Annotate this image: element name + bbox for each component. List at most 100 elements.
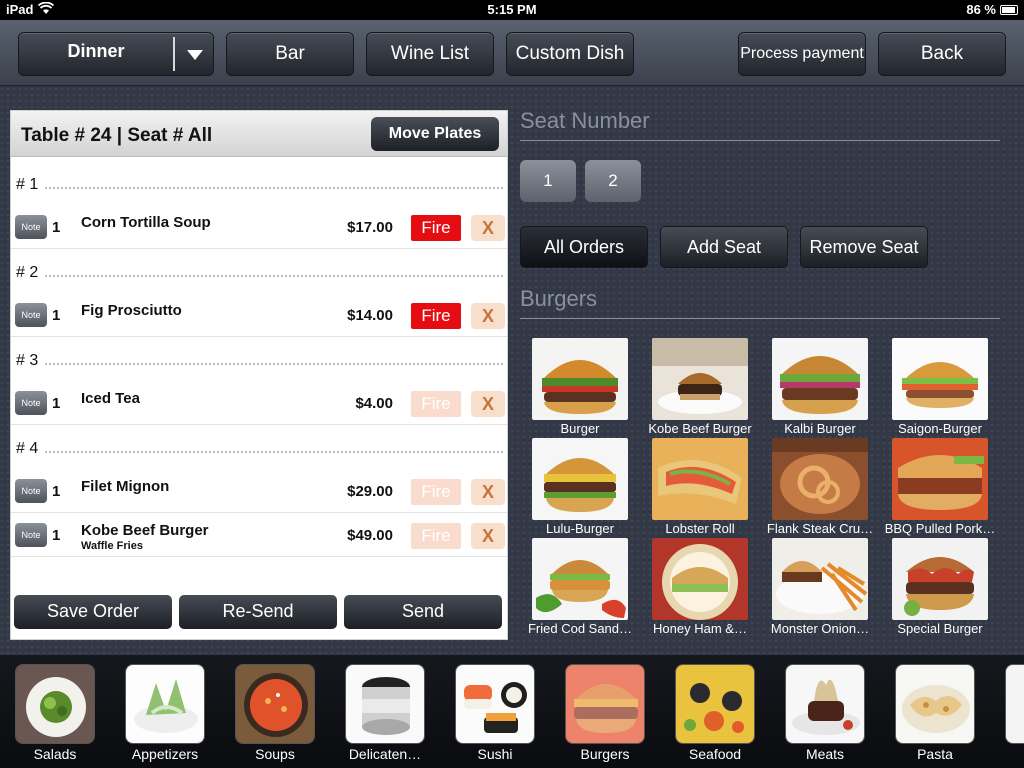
wine-list-button[interactable]: Wine List (366, 32, 494, 76)
category-seafood[interactable]: Seafood (665, 664, 765, 768)
menu-category-heading: Burgers (520, 286, 598, 311)
bbq-pulled-pork-image (892, 438, 988, 520)
item-name: Filet Mignon (81, 478, 170, 495)
category-label: Meats (805, 746, 845, 762)
lulu-burger-image (532, 438, 628, 520)
remove-seat-button[interactable]: Remove Seat (800, 226, 928, 268)
menu-item-label: Flank Steak Cru… (766, 521, 874, 536)
send-button[interactable]: Send (344, 595, 502, 629)
note-button[interactable]: Note (15, 391, 47, 415)
add-seat-button[interactable]: Add Seat (660, 226, 788, 268)
item-name: Kobe Beef Burger (81, 522, 209, 539)
category-label: Salads (33, 746, 77, 762)
fire-button[interactable]: Fire (411, 303, 461, 329)
category-salads[interactable]: Salads (5, 664, 105, 768)
fried-cod-sandwich-image (532, 538, 628, 620)
section-divider (520, 140, 1000, 141)
remove-item-button[interactable]: X (471, 391, 505, 417)
item-price: $49.00 (347, 527, 393, 544)
menu-selector-dropdown[interactable]: Dinner (18, 32, 214, 76)
category-soups[interactable]: Soups (225, 664, 325, 768)
menu-item-tile[interactable]: Lulu-Burger (520, 438, 640, 538)
menu-item-label: Honey Ham &… (653, 621, 747, 636)
item-price: $14.00 (347, 307, 393, 324)
fire-button[interactable]: Fire (411, 391, 461, 417)
process-payment-button[interactable]: Process payment (738, 32, 866, 76)
category-sushi[interactable]: Sushi (445, 664, 545, 768)
honey-ham-image (652, 538, 748, 620)
category-appetizers[interactable]: Appetizers (115, 664, 215, 768)
seat-button-2[interactable]: 2 (585, 160, 641, 202)
category-label: Appetizers (131, 746, 199, 762)
seat-divider: # 3 (11, 337, 507, 381)
kalbi-burger-image (772, 338, 868, 420)
top-toolbar: Dinner Bar Wine List Custom Dish Process… (0, 20, 1024, 86)
chevron-down-icon (187, 50, 203, 60)
category-delicatessen[interactable]: Delicaten… (335, 664, 435, 768)
note-button[interactable]: Note (15, 303, 47, 327)
remove-item-button[interactable]: X (471, 479, 505, 505)
menu-item-tile[interactable]: Kobe Beef Burger (640, 338, 760, 438)
save-order-button[interactable]: Save Order (14, 595, 172, 629)
remove-item-button[interactable]: X (471, 215, 505, 241)
menu-item-tile[interactable]: Burger (520, 338, 640, 438)
all-orders-button[interactable]: All Orders (520, 226, 648, 268)
category-label: Soups (255, 746, 295, 762)
re-send-button[interactable]: Re-Send (179, 595, 337, 629)
order-header: Table # 24 | Seat # All Move Plates (11, 111, 507, 157)
order-panel: Table # 24 | Seat # All Move Plates # 1 … (10, 110, 508, 640)
fire-button[interactable]: Fire (411, 215, 461, 241)
category-meats[interactable]: Meats (775, 664, 875, 768)
category-label: Seafood (688, 746, 742, 762)
item-quantity: 1 (52, 307, 61, 324)
seat-label: # 3 (16, 352, 39, 369)
item-name: Fig Prosciutto (81, 302, 182, 319)
battery-icon (1000, 5, 1018, 15)
appetizer-image (125, 664, 205, 744)
custom-dish-button[interactable]: Custom Dish (506, 32, 634, 76)
order-item-row[interactable]: Note 1 Kobe Beef Burger Waffle Fries $49… (11, 513, 507, 557)
category-label: Burgers (580, 746, 630, 762)
monster-onion-image (772, 538, 868, 620)
menu-item-tile[interactable]: Monster Onion… (760, 538, 880, 638)
caviar-image (345, 664, 425, 744)
menu-item-label: Burger (560, 421, 600, 436)
dotted-divider (45, 275, 503, 277)
battery-percent: 86 % (966, 2, 996, 17)
burger-image (532, 338, 628, 420)
kobe-burger-image (652, 338, 748, 420)
dotted-divider (45, 451, 503, 453)
note-button[interactable]: Note (15, 479, 47, 503)
category-label: Sushi (477, 746, 513, 762)
note-button[interactable]: Note (15, 523, 47, 547)
order-item-row[interactable]: Note 1 Fig Prosciutto $14.00 Fire X (11, 293, 507, 337)
category-burgers[interactable]: Burgers (555, 664, 655, 768)
category-pasta[interactable]: Pasta (885, 664, 985, 768)
menu-item-tile[interactable]: Special Burger (880, 538, 1000, 638)
note-button[interactable]: Note (15, 215, 47, 239)
fire-button[interactable]: Fire (411, 523, 461, 549)
menu-item-tile[interactable]: Kalbi Burger (760, 338, 880, 438)
meat-image (785, 664, 865, 744)
menu-item-label: Monster Onion… (770, 621, 870, 636)
order-item-row[interactable]: Note 1 Filet Mignon $29.00 Fire X (11, 469, 507, 513)
bar-button[interactable]: Bar (226, 32, 354, 76)
menu-item-tile[interactable]: BBQ Pulled Pork… (880, 438, 1000, 538)
menu-item-tile[interactable]: Saigon-Burger (880, 338, 1000, 438)
fire-button[interactable]: Fire (411, 479, 461, 505)
seat-button-1[interactable]: 1 (520, 160, 576, 202)
menu-item-tile[interactable]: Lobster Roll (640, 438, 760, 538)
menu-item-label: Saigon-Burger (898, 421, 982, 436)
remove-item-button[interactable]: X (471, 303, 505, 329)
back-button[interactable]: Back (878, 32, 1006, 76)
menu-item-tile[interactable]: Fried Cod Sand… (520, 538, 640, 638)
menu-item-tile[interactable]: Honey Ham &… (640, 538, 760, 638)
seafood-image (675, 664, 755, 744)
menu-item-tile[interactable]: Flank Steak Cru… (760, 438, 880, 538)
move-plates-button[interactable]: Move Plates (371, 117, 499, 151)
remove-item-button[interactable]: X (471, 523, 505, 549)
order-item-row[interactable]: Note 1 Corn Tortilla Soup $17.00 Fire X (11, 205, 507, 249)
category-next[interactable] (995, 664, 1024, 768)
order-item-row[interactable]: Note 1 Iced Tea $4.00 Fire X (11, 381, 507, 425)
item-quantity: 1 (52, 395, 61, 412)
